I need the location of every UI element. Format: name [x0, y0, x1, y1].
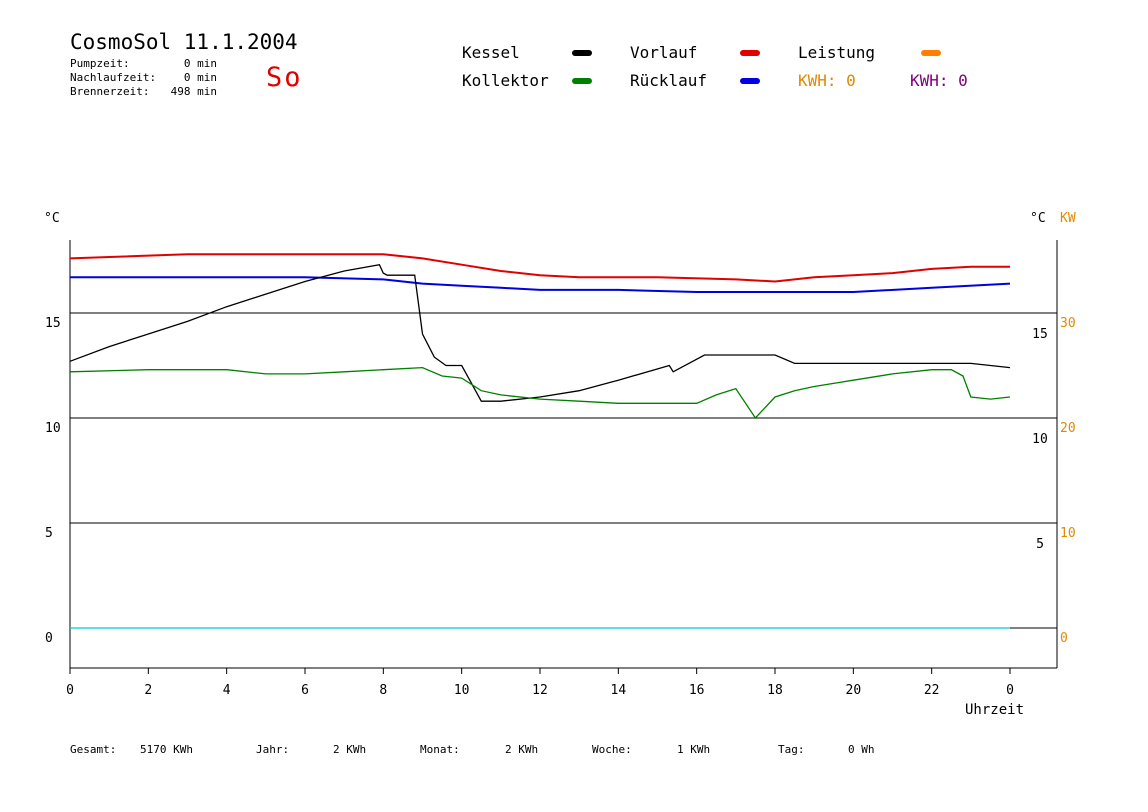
series-group	[69, 253, 1011, 629]
x-tick-label: 6	[301, 683, 309, 698]
y-tick-label-right: 15	[1032, 327, 1048, 342]
footer-label-monat: Monat:	[420, 743, 460, 756]
footer-value-jahr: 2 KWh	[333, 743, 367, 756]
y-tick-label-left: 10	[45, 421, 61, 436]
x-tick-label: 8	[379, 683, 387, 698]
y-tick-label-power: 10	[1060, 526, 1076, 541]
x-tick-label: 14	[611, 683, 627, 698]
footer-value-gesamt: 5170 KWh	[140, 743, 193, 756]
x-tick-label: 20	[846, 683, 862, 698]
series-line-ruecklauf	[70, 276, 1011, 293]
y-tick-label-power: 30	[1060, 316, 1076, 331]
grid-lines	[70, 312, 1057, 629]
x-tick-label: 12	[532, 683, 548, 698]
x-ticks: 0 2 4 6 8 10 12 14 16 18 20 22 0	[66, 668, 1014, 698]
y-tick-label-left: 0	[45, 631, 53, 646]
x-tick-label: 18	[767, 683, 783, 698]
y-axis-unit-left: °C	[44, 211, 60, 226]
y-tick-label-left: 5	[45, 526, 53, 541]
footer-label-woche: Woche:	[592, 743, 632, 756]
footer-value-woche: 1 KWh	[677, 743, 711, 756]
y-tick-label-right: 5	[1036, 537, 1044, 552]
x-tick-label: 0	[1006, 683, 1014, 698]
y-tick-label-power: 20	[1060, 421, 1076, 436]
axes	[69, 240, 1058, 669]
y-tick-label-right: 10	[1032, 432, 1048, 447]
footer-label-jahr: Jahr:	[256, 743, 290, 756]
x-tick-label: 10	[454, 683, 470, 698]
y-ticks: 0 5 10 15 5 10 15 0 10 20 30	[45, 316, 1076, 646]
y-tick-label-left: 15	[45, 316, 61, 331]
temperature-chart: °C °C KW Uhrzeit 0 2 4 6 8 10 12 14 16 18 20 22 0 0 5…	[44, 211, 1076, 718]
y-axis-unit-power: KW	[1060, 211, 1076, 226]
footer-label-tag: Tag:	[778, 743, 805, 756]
footer-value-monat: 2 KWh	[505, 743, 539, 756]
x-tick-label: 22	[924, 683, 940, 698]
x-tick-label: 2	[144, 683, 152, 698]
footer-label-gesamt: Gesamt:	[70, 743, 117, 756]
x-tick-label: 4	[223, 683, 231, 698]
y-axis-unit-right: °C	[1030, 211, 1046, 226]
x-tick-label: 0	[66, 683, 74, 698]
series-line-kessel	[69, 263, 1011, 402]
x-tick-label: 16	[689, 683, 705, 698]
footer-value-tag: 0 Wh	[848, 743, 875, 756]
series-line-kollektor	[69, 366, 1011, 420]
x-axis-label: Uhrzeit	[965, 702, 1024, 718]
y-tick-label-power: 0	[1060, 631, 1068, 646]
